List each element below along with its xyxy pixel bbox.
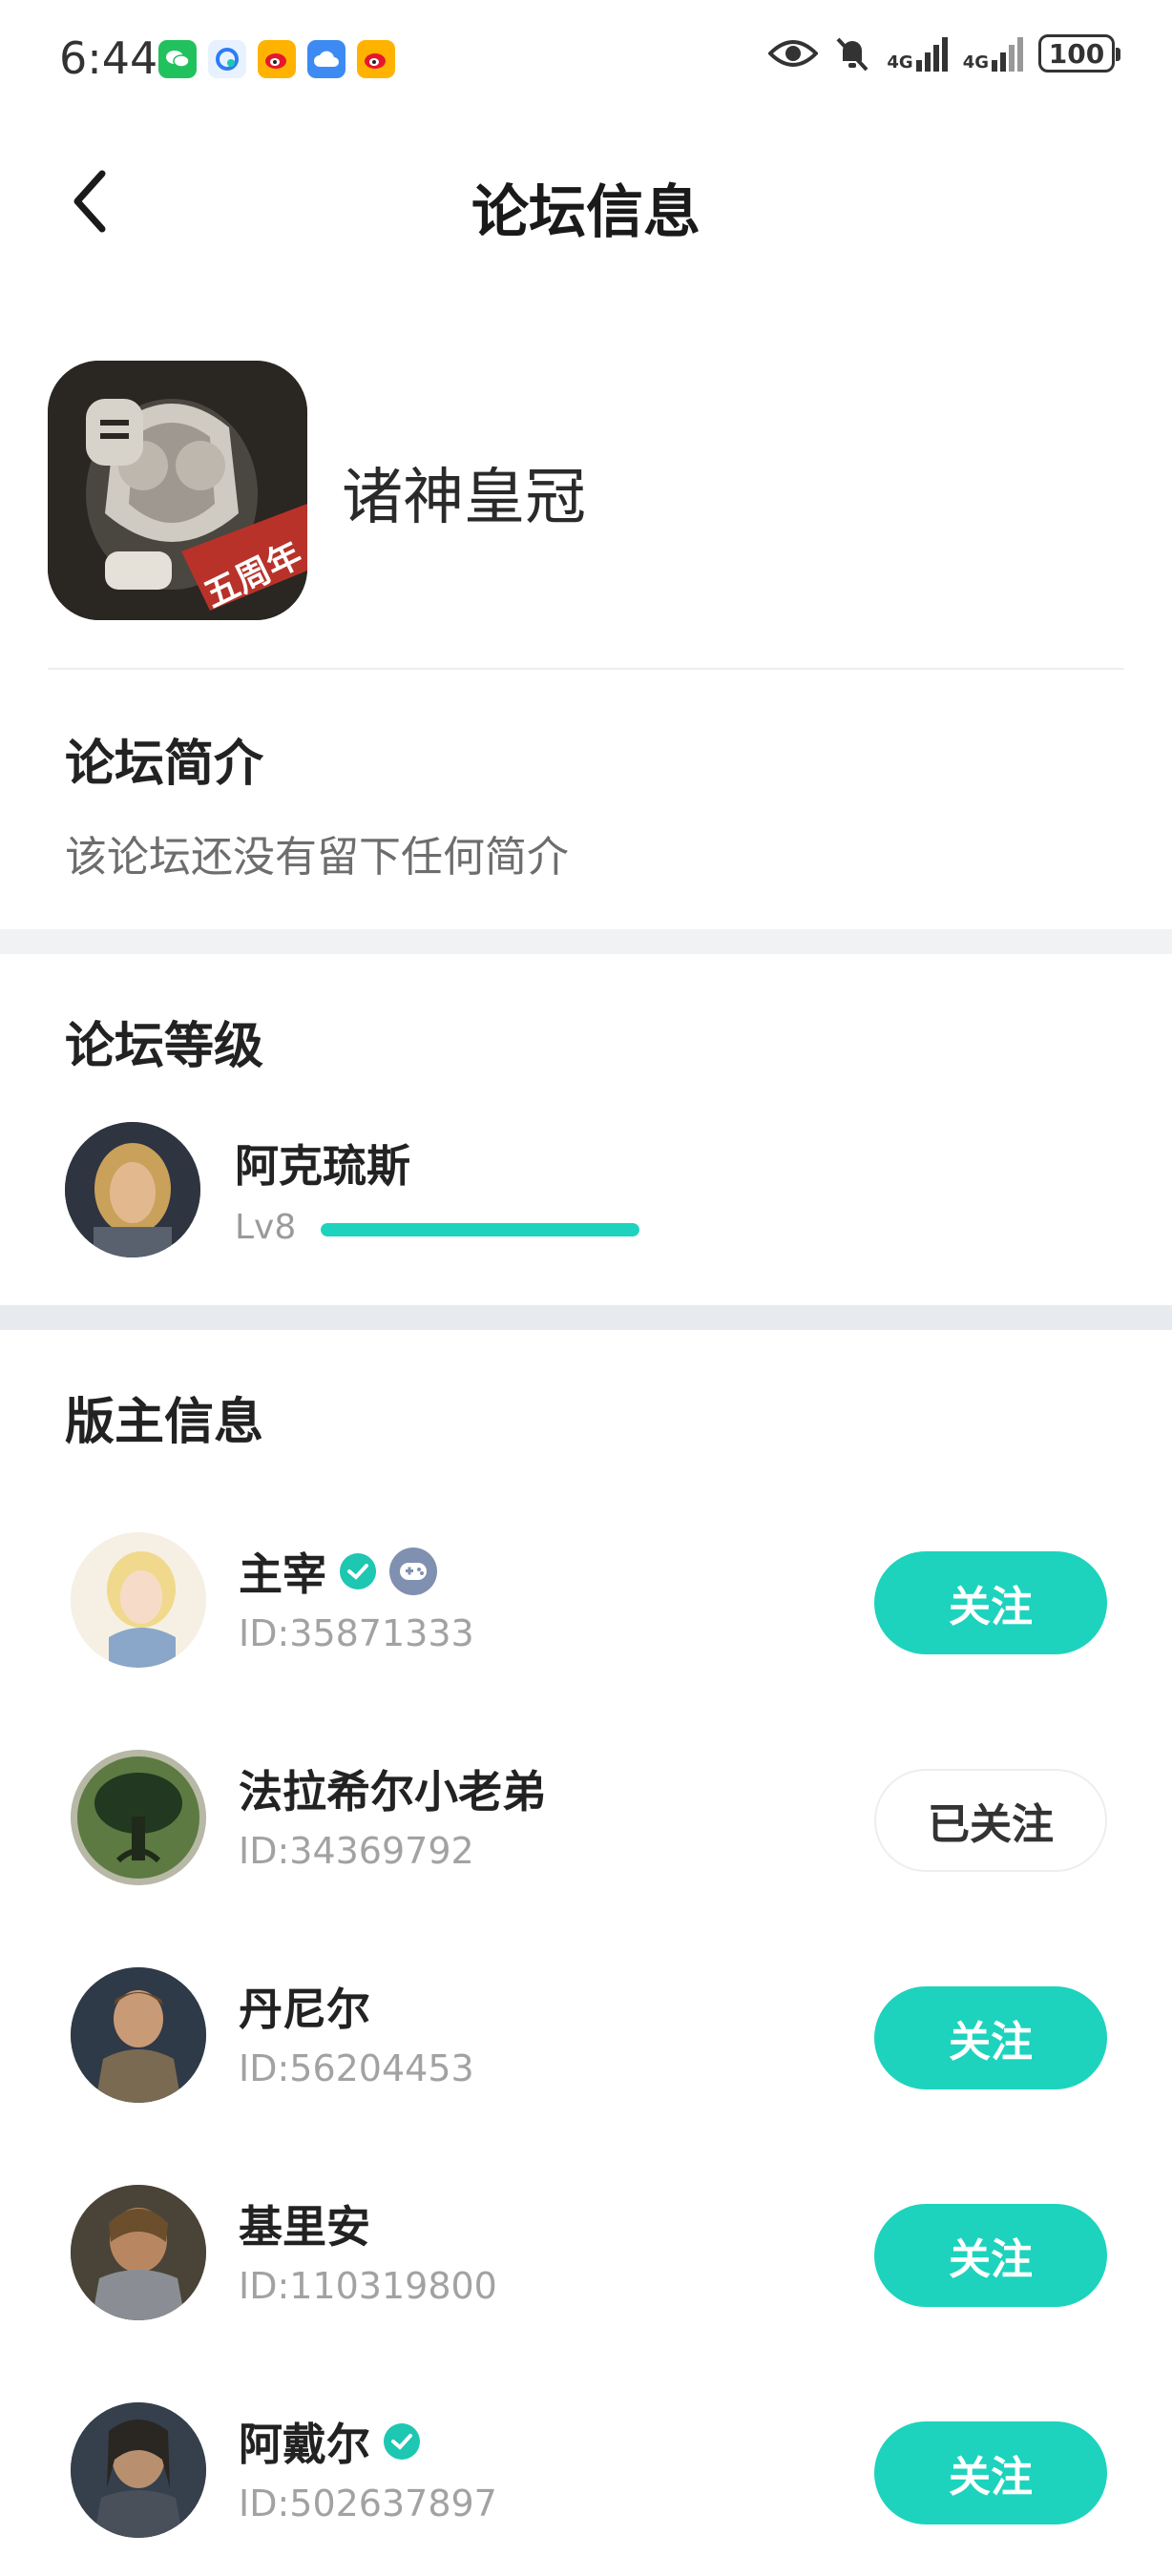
moderator-row: 阿戴尔 ID:502637897 关注 [0,2376,1172,2557]
signal-icon: 4G [963,35,1023,72]
header: 论坛信息 [0,124,1172,286]
avatar[interactable] [71,2185,206,2320]
noble-portrait-icon [71,2185,206,2320]
intro-title: 论坛简介 [65,736,264,793]
moderator-name: 阿戴尔 [239,2419,370,2470]
moderator-name-line: 主宰 [239,1540,437,1603]
moderators-title: 版主信息 [65,1394,264,1451]
page-title: 论坛信息 [471,179,701,246]
moderator-row: 丹尼尔 ID:56204453 关注 [0,1941,1172,2122]
moderator-row: 法拉希尔小老弟 ID:34369792 已关注 [0,1723,1172,1904]
avatar[interactable] [71,1967,206,2103]
tree-emblem-icon [71,1750,206,1885]
anime-portrait-icon [71,1532,206,1668]
knight-portrait-icon [65,1122,200,1257]
moderator-name-line: 法拉希尔小老弟 [239,1757,546,1820]
moderator-id: ID:34369792 [239,1830,474,1872]
moderator-row: 基里安 ID:110319800 关注 [0,2158,1172,2339]
warrior-portrait-icon [71,1967,206,2103]
verified-icon [340,1553,376,1589]
level-title: 论坛等级 [65,1018,264,1075]
status-bar: 6:44 4G 4G 100 [0,0,1172,118]
forum-summary: 五周年 诸神皇冠 [48,361,1124,620]
qq-browser-icon [208,40,246,78]
level-value: Lv8 [235,1208,297,1247]
moderator-id: ID:56204453 [239,2047,474,2089]
eye-icon [768,40,819,67]
moderator-name: 法拉希尔小老弟 [239,1766,546,1818]
level-progress-fill [321,1223,639,1236]
battery-level: 100 [1048,37,1105,70]
follow-button[interactable]: 关注 [874,1551,1107,1654]
section-divider [0,1305,1172,1330]
network-label: 4G [962,52,989,73]
system-icons: 4G 4G 100 [768,34,1120,73]
moderator-row: 主宰 ID:35871333 关注 [0,1506,1172,1687]
moderator-id: ID:35871333 [239,1612,474,1654]
moderator-name: 丹尼尔 [239,1984,370,2035]
moderator-name-line: 阿戴尔 [239,2410,420,2473]
avatar[interactable] [71,1750,206,1885]
following-button[interactable]: 已关注 [874,1769,1107,1872]
status-time: 6:44 [59,32,158,84]
follow-button[interactable]: 关注 [874,1986,1107,2089]
verified-icon [384,2423,420,2460]
divider [48,668,1124,670]
weibo-icon [357,40,395,78]
moderator-name: 主宰 [239,1548,326,1600]
wechat-icon [158,40,197,78]
level-progress-bar [321,1223,639,1236]
forum-name: 诸神皇冠 [342,463,586,533]
avatar[interactable] [71,1532,206,1668]
moderator-id: ID:110319800 [239,2265,497,2307]
level-user-name: 阿克琉斯 [235,1140,410,1192]
moderator-name-line: 丹尼尔 [239,1975,370,2038]
mute-icon [836,37,869,72]
gamepad-icon [389,1548,437,1595]
battery-icon: 100 [1038,34,1120,73]
moderator-id: ID:502637897 [239,2483,497,2524]
avatar[interactable] [71,2402,206,2538]
intro-text: 该论坛还没有留下任何简介 [65,833,569,882]
level-avatar[interactable] [65,1122,200,1257]
section-divider [0,929,1172,954]
weibo-icon [258,40,296,78]
follow-button[interactable]: 关注 [874,2421,1107,2524]
notification-icons [158,40,395,78]
follow-button[interactable]: 关注 [874,2204,1107,2307]
moderator-name: 基里安 [239,2201,370,2253]
signal-icon: 4G [887,35,948,73]
network-label: 4G [887,52,913,73]
moderator-name-line: 基里安 [239,2192,370,2255]
cloud-icon [307,40,345,78]
ranger-portrait-icon [71,2402,206,2538]
